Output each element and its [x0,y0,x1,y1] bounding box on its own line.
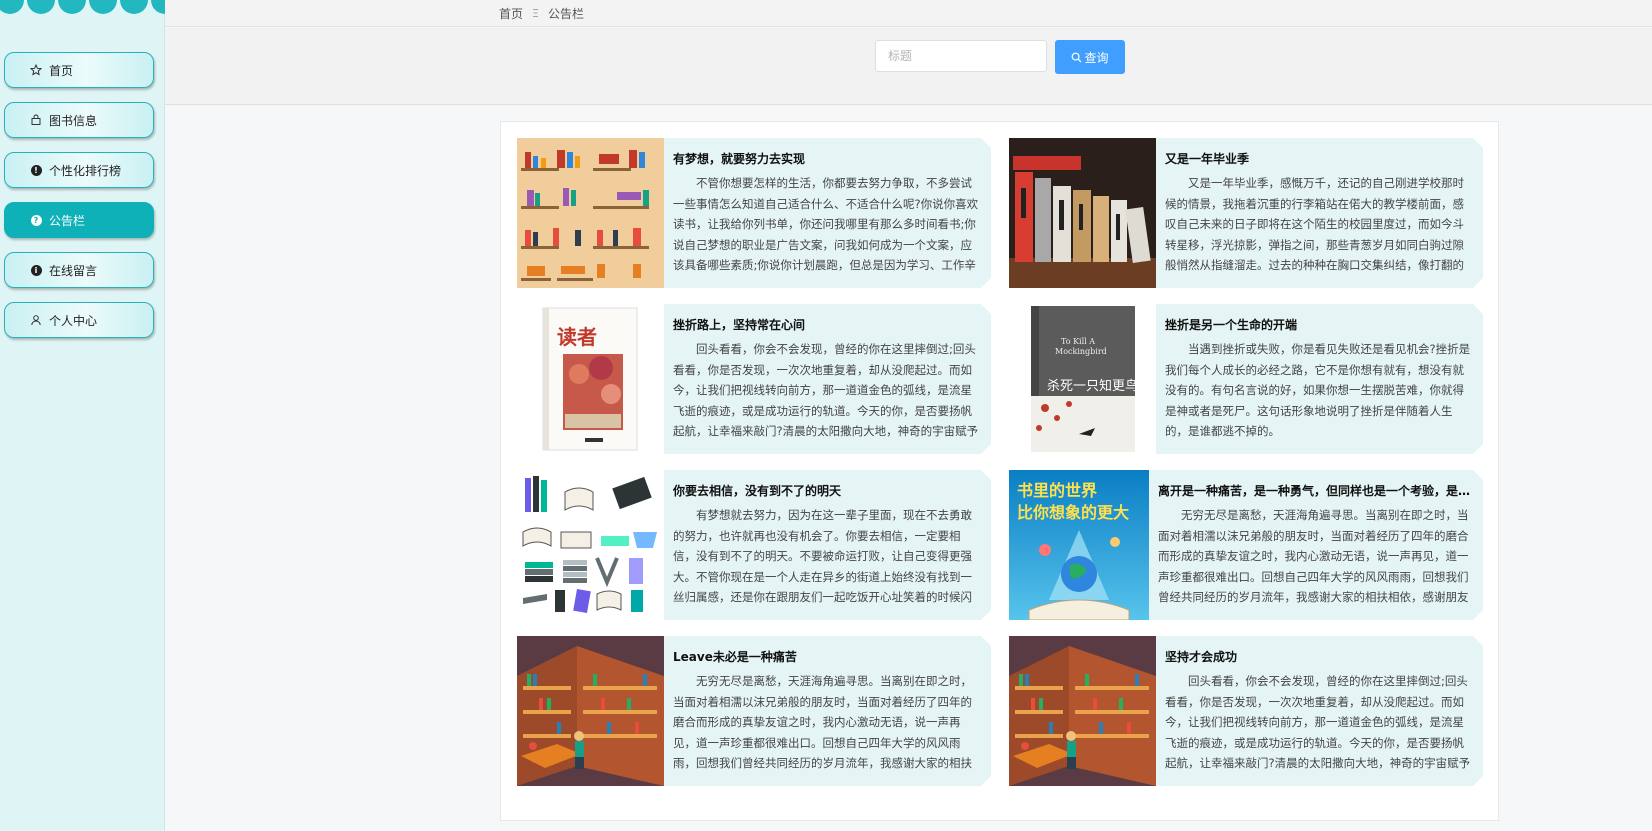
book-shelves-illustration [517,138,664,288]
svg-text:读者: 读者 [557,325,597,349]
to-kill-a-mockingbird-cover: To Kill A Mockingbird 杀死一只知更鸟 [1009,304,1156,454]
sidebar-item-label: 在线留言 [49,263,98,278]
sidebar-item-ranking[interactable]: ! 个性化排行榜 [4,152,154,188]
book-world-poster: 书里的世界 比你想象的更大 [1009,470,1149,620]
search-bar: 查询 [165,28,1652,105]
breadcrumb-home[interactable]: 首页 [499,5,523,22]
svg-text:To Kill A: To Kill A [1061,337,1095,346]
svg-text:书里的世界: 书里的世界 [1017,481,1097,500]
sidebar-nav: 首页 图书信息 ! 个性化排行榜 ? 公告栏 i 在线留言 个人中心 [4,52,154,352]
search-button-label: 查询 [1084,50,1109,65]
announcement-card[interactable]: 坚持才会成功 回头看看，你会不会发现，曾经的你在这里摔倒过;回头看看，你是否发现… [1009,636,1483,786]
breadcrumb-bar: 首页 Ξ 公告栏 [165,0,1652,27]
stacked-books-photo [1009,138,1156,288]
star-icon [29,63,43,77]
library-isometric-illustration [1009,636,1156,786]
info-icon: i [29,263,43,277]
announcement-card[interactable]: 你要去相信，没有到不了的明天 有梦想就去努力，因为在这一辈子里面，现在不去勇敢的… [517,470,991,620]
announcement-excerpt: 回头看看，你会不会发现，曾经的你在这里摔倒过;回头看看，你是否发现，一次次地重复… [673,342,979,438]
announcement-excerpt: 无穷无尽是离愁，天涯海角遍寻思。当离别在即之时，当面对着相濡以沫兄弟般的朋友时，… [673,674,972,770]
announcement-list: 有梦想，就要努力去实现 不管你想要怎样的生活，你都要去努力争取，不多尝试一些事情… [500,121,1499,821]
announcement-title: 挫折路上，坚持常在心间 [673,318,806,332]
announcement-excerpt: 不管你想要怎样的生活，你都要去努力争取，不多尝试一些事情怎么知道自己适合什么、不… [673,176,979,272]
info-icon: ! [29,163,43,177]
announcement-card[interactable]: 书里的世界 比你想象的更大 离开是一种痛苦，是一种勇气，但同样也是一个考验，是一… [1009,470,1483,620]
title-search-input[interactable] [875,40,1047,72]
duzhe-magazine-cover: 读者 [517,304,664,454]
search-button[interactable]: 查询 [1055,40,1125,74]
svg-text:杀死一只知更鸟: 杀死一只知更鸟 [1047,378,1138,394]
announcement-title: 有梦想，就要努力去实现 [673,152,806,166]
sidebar-item-announcements[interactable]: ? 公告栏 [4,202,154,238]
announcement-card[interactable]: To Kill A Mockingbird 杀死一只知更鸟 挫折是另一个生命的开… [1009,304,1483,454]
sidebar-item-messages[interactable]: i 在线留言 [4,252,154,288]
announcement-excerpt: 当遇到挫折或失败，你是看见失败还是看见机会?挫折是我们每个人成长的必经之路，它不… [1165,342,1471,438]
book-icons-grid [517,470,664,620]
sidebar-item-home[interactable]: 首页 [4,52,154,88]
sidebar-item-books[interactable]: 图书信息 [4,102,154,138]
announcement-title: 你要去相信，没有到不了的明天 [673,484,842,498]
user-icon [29,313,43,327]
bag-icon [29,113,43,127]
announcement-title: 离开是一种痛苦，是一种勇气，但同样也是一个考验，是一个... [1158,484,1473,498]
sidebar-item-label: 个性化排行榜 [49,163,122,178]
sidebar-item-label: 个人中心 [49,313,98,328]
announcement-title: 挫折是另一个生命的开端 [1165,318,1298,332]
announcement-excerpt: 回头看看，你会不会发现，曾经的你在这里摔倒过;回头看看，你是否发现，一次次地重复… [1165,674,1471,770]
announcement-card[interactable]: 有梦想，就要努力去实现 不管你想要怎样的生活，你都要去努力争取，不多尝试一些事情… [517,138,991,288]
announcement-excerpt: 有梦想就去努力，因为在这一辈子里面，现在不去勇敢的努力，也许就再也没有机会了。你… [673,508,972,604]
search-icon [1072,52,1082,62]
svg-text:比你想象的更大: 比你想象的更大 [1017,503,1129,522]
breadcrumb-current: 公告栏 [547,7,584,21]
sidebar-item-label: 公告栏 [49,213,86,228]
sidebar: 首页 图书信息 ! 个性化排行榜 ? 公告栏 i 在线留言 个人中心 [0,0,179,831]
sidebar-item-profile[interactable]: 个人中心 [4,302,154,338]
announcement-card[interactable]: 读者 挫折路上，坚持常在心间 回头看看，你会不会发现，曾经的你在这里摔倒过;回头… [517,304,991,454]
scallop-decoration [0,0,179,14]
breadcrumb: 首页 Ξ 公告栏 [499,5,584,22]
library-isometric-illustration [517,636,664,786]
announcement-excerpt: 无穷无尽是离愁，天涯海角遍寻思。当离别在即之时，当面对着相濡以沫兄弟般的朋友时，… [1158,508,1469,604]
svg-text:Mockingbird: Mockingbird [1055,347,1107,356]
sidebar-item-label: 首页 [49,63,74,78]
announcement-title: Leave未必是一种痛苦 [673,650,797,664]
announcement-card[interactable]: Leave未必是一种痛苦 无穷无尽是离愁，天涯海角遍寻思。当离别在即之时，当面对… [517,636,991,786]
announcement-card[interactable]: 又是一年毕业季 又是一年毕业季，感慨万千，还记的自己刚进学校那时候的情景，我拖着… [1009,138,1483,288]
breadcrumb-separator-icon: Ξ [532,7,539,20]
sidebar-item-label: 图书信息 [49,113,98,128]
announcement-title: 坚持才会成功 [1165,650,1238,664]
question-icon: ? [29,213,43,227]
announcement-title: 又是一年毕业季 [1165,152,1250,166]
announcement-excerpt: 又是一年毕业季，感慨万千，还记的自己刚进学校那时候的情景，我拖着沉重的行李箱站在… [1165,176,1464,272]
